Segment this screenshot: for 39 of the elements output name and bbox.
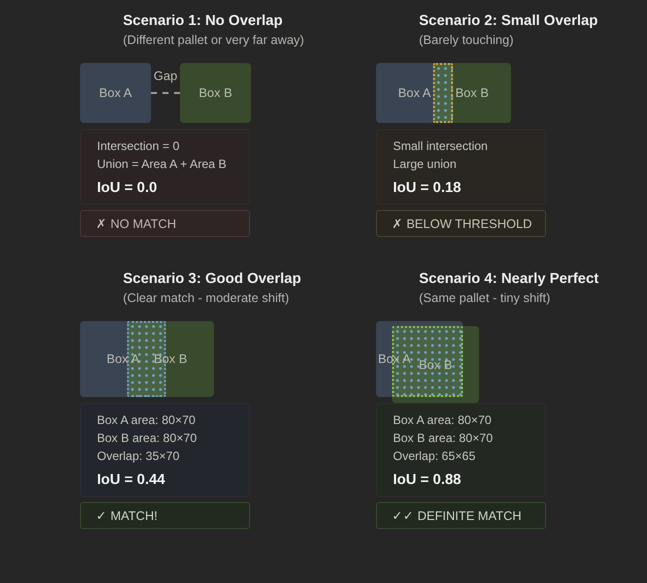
- gap-label: Gap: [152, 69, 178, 83]
- box-label: Box A: [398, 86, 431, 100]
- box-label: Box B: [418, 358, 452, 372]
- box-label: Box B: [154, 352, 188, 366]
- iou-value: IoU = 0.0: [97, 179, 158, 198]
- verdict-badge: ✗ BELOW THRESHOLD: [376, 210, 546, 237]
- iou-value: IoU = 0.88: [393, 471, 462, 490]
- scenario-title: Scenario 2: Small Overlap: [419, 12, 598, 30]
- scenario-title: Scenario 4: Nearly Perfect: [419, 270, 599, 288]
- stat-line: Large union: [393, 156, 458, 173]
- stat-line: Box A area: 80×70: [393, 412, 492, 429]
- box-label: Box B: [455, 86, 489, 100]
- bounding-box: [180, 63, 251, 123]
- scenario-title: Scenario 3: Good Overlap: [123, 270, 302, 288]
- scenario-subtitle: (Clear match - moderate shift): [123, 290, 290, 306]
- stat-line: Overlap: 35×70: [97, 448, 180, 465]
- stat-line: Small intersection: [393, 138, 489, 155]
- stat-line: Box A area: 80×70: [97, 412, 196, 429]
- box-label: Box B: [198, 86, 232, 100]
- scenario-subtitle: (Different pallet or very far away): [123, 32, 304, 48]
- verdict-badge: ✗ NO MATCH: [80, 210, 250, 237]
- iou-value: IoU = 0.44: [97, 471, 166, 490]
- stat-line: Box B area: 80×70: [97, 430, 198, 447]
- verdict-badge: ✓✓ DEFINITE MATCH: [376, 502, 546, 529]
- stat-line: Intersection = 0: [97, 138, 180, 155]
- gap-line: [151, 92, 180, 94]
- stat-line: Union = Area A + Area B: [97, 156, 228, 173]
- box-label: Box A: [106, 352, 140, 366]
- scenario-title: Scenario 1: No Overlap: [123, 12, 283, 30]
- scenario-subtitle: (Barely touching): [419, 32, 514, 48]
- verdict-badge: ✓ MATCH!: [80, 502, 250, 529]
- scenario-subtitle: (Same pallet - tiny shift): [419, 290, 550, 306]
- stat-line: Overlap: 65×65: [393, 448, 476, 465]
- box-label: Box A: [99, 86, 132, 100]
- bounding-box: [80, 63, 151, 123]
- box-label: Box A: [378, 352, 411, 366]
- iou-value: IoU = 0.18: [393, 179, 462, 198]
- stat-line: Box B area: 80×70: [393, 430, 494, 447]
- overlap-region: [433, 63, 453, 123]
